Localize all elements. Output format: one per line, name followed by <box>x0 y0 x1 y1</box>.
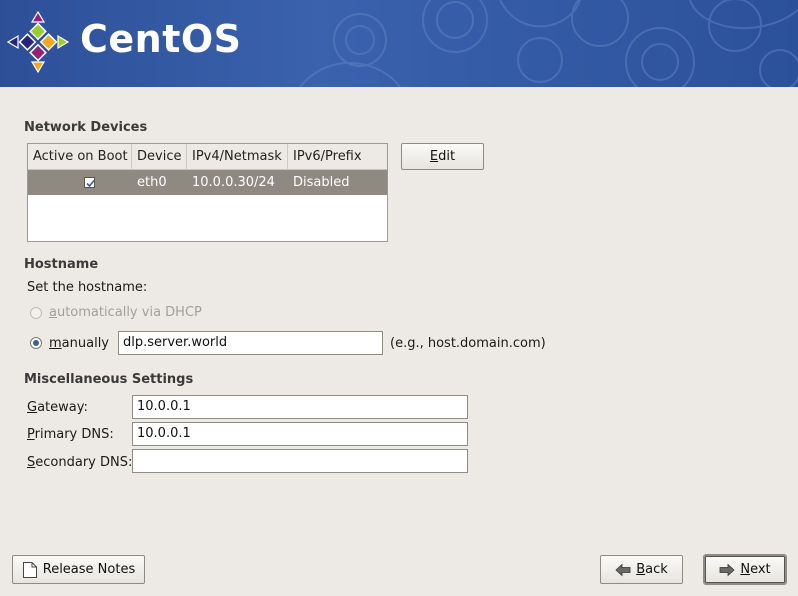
gateway-input[interactable]: 10.0.0.1 <box>132 395 468 419</box>
manual-radio-label: manually <box>49 336 109 351</box>
column-header-active-on-boot[interactable]: Active on Boot <box>28 144 132 170</box>
misc-settings-title: Miscellaneous Settings <box>24 372 194 387</box>
hostname-title: Hostname <box>24 257 99 272</box>
arrow-right-icon <box>719 563 735 576</box>
hostname-prompt: Set the hostname: <box>27 280 148 295</box>
column-header-ipv4[interactable]: IPv4/Netmask <box>187 144 288 170</box>
column-header-device[interactable]: Device <box>132 144 187 170</box>
check-icon <box>86 179 95 188</box>
back-button[interactable]: Back <box>600 555 683 584</box>
gateway-label: Gateway: <box>27 400 88 415</box>
column-header-ipv6[interactable]: IPv6/Prefix <box>288 144 387 170</box>
next-button-label: Next <box>740 562 771 577</box>
next-button[interactable]: Next <box>704 555 786 584</box>
radio-selected-dot <box>33 340 39 346</box>
edit-button[interactable]: Edit <box>401 143 484 170</box>
secondary-dns-input[interactable] <box>132 449 468 473</box>
arrow-left-icon <box>615 563 631 576</box>
table-header: Active on Boot Device IPv4/Netmask IPv6/… <box>28 144 387 170</box>
header-banner: CentOS <box>0 0 798 87</box>
ipv4-cell: 10.0.0.30/24 <box>192 175 275 190</box>
ipv6-cell: Disabled <box>293 175 350 190</box>
hostname-input[interactable]: dlp.server.world <box>118 331 383 355</box>
release-notes-label: Release Notes <box>42 562 136 577</box>
primary-dns-label: Primary DNS: <box>27 427 114 442</box>
edit-button-label: Edit <box>429 149 456 164</box>
document-icon <box>22 561 37 578</box>
primary-dns-input[interactable]: 10.0.0.1 <box>132 422 468 446</box>
dhcp-radio[interactable] <box>30 307 42 319</box>
back-button-label: Back <box>636 562 668 577</box>
dhcp-radio-label: automatically via DHCP <box>49 305 202 320</box>
brand-name: CentOS <box>80 17 242 61</box>
centos-logo-icon <box>7 11 69 73</box>
active-on-boot-checkbox[interactable] <box>84 177 95 188</box>
secondary-dns-label: Secondary DNS: <box>27 455 133 470</box>
table-row[interactable]: eth0 10.0.0.30/24 Disabled <box>28 170 387 195</box>
hostname-hint: (e.g., host.domain.com) <box>390 336 546 351</box>
release-notes-button[interactable]: Release Notes <box>12 555 145 584</box>
network-devices-title: Network Devices <box>24 120 148 135</box>
device-cell: eth0 <box>137 175 167 190</box>
manual-radio[interactable] <box>30 337 42 349</box>
network-devices-table[interactable]: Active on Boot Device IPv4/Netmask IPv6/… <box>27 143 388 242</box>
